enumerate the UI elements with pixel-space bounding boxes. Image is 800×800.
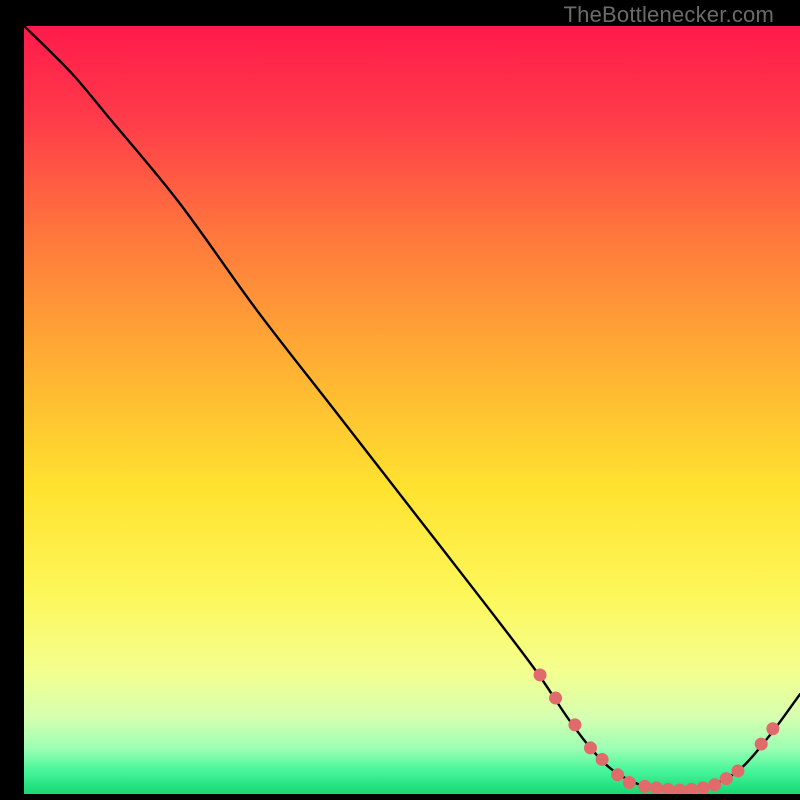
- data-marker: [650, 781, 663, 794]
- chart-frame: TheBottlenecker.com: [12, 0, 788, 800]
- data-marker: [534, 668, 547, 681]
- data-marker: [766, 722, 779, 735]
- gradient-background: [24, 26, 800, 794]
- data-marker: [623, 776, 636, 789]
- data-marker: [568, 718, 581, 731]
- bottleneck-chart: [24, 26, 800, 794]
- chart-svg: [24, 26, 800, 794]
- watermark-label: TheBottlenecker.com: [564, 2, 774, 28]
- data-marker: [731, 764, 744, 777]
- data-marker: [720, 772, 733, 785]
- data-marker: [697, 781, 710, 794]
- data-marker: [755, 738, 768, 751]
- data-marker: [549, 692, 562, 705]
- data-marker: [596, 753, 609, 766]
- data-marker: [708, 778, 721, 791]
- data-marker: [638, 780, 651, 793]
- data-marker: [611, 768, 624, 781]
- data-marker: [584, 741, 597, 754]
